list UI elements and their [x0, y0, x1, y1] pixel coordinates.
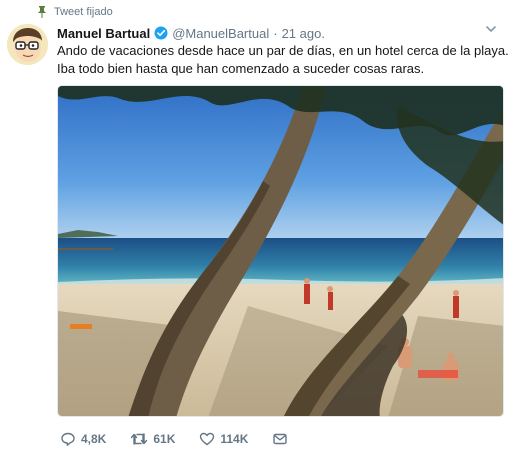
message-icon: [273, 433, 288, 445]
message-button[interactable]: [272, 431, 288, 447]
tweet-photo[interactable]: [57, 85, 504, 417]
reply-count: 4,8K: [81, 432, 107, 446]
author-name[interactable]: Manuel Bartual: [57, 26, 150, 41]
pinned-indicator: Tweet fijado: [36, 5, 113, 19]
like-count: 114K: [220, 432, 249, 446]
separator: ·: [273, 25, 278, 41]
tweet-text-line: Ando de vacaciones desde hace un par de …: [57, 43, 509, 58]
reply-button[interactable]: 4,8K: [60, 431, 106, 447]
reply-icon: [61, 432, 75, 446]
retweet-count: 61K: [153, 432, 176, 446]
tweet-text-line: Iba todo bien hasta que han comenzado a …: [57, 61, 425, 76]
tweet-text: Ando de vacaciones desde hace un par de …: [57, 42, 509, 78]
avatar[interactable]: [7, 24, 48, 65]
pin-icon: [38, 6, 46, 18]
pinned-label: Tweet fijado: [54, 6, 113, 18]
retweet-icon: [131, 433, 148, 445]
tweet-header: Manuel Bartual @ManuelBartual · 21 ago.: [57, 24, 325, 42]
verified-icon: [154, 26, 168, 40]
retweet-button[interactable]: 61K: [130, 431, 175, 447]
beach-photo-illustration: [58, 86, 503, 416]
author-handle[interactable]: @ManuelBartual: [172, 26, 269, 41]
like-button[interactable]: 114K: [199, 431, 248, 447]
timestamp[interactable]: 21 ago.: [282, 26, 325, 41]
like-icon: [200, 432, 215, 446]
avatar-illustration: [7, 24, 48, 65]
action-bar: 4,8K 61K 114K: [60, 430, 312, 448]
chevron-down-icon[interactable]: [484, 22, 498, 36]
